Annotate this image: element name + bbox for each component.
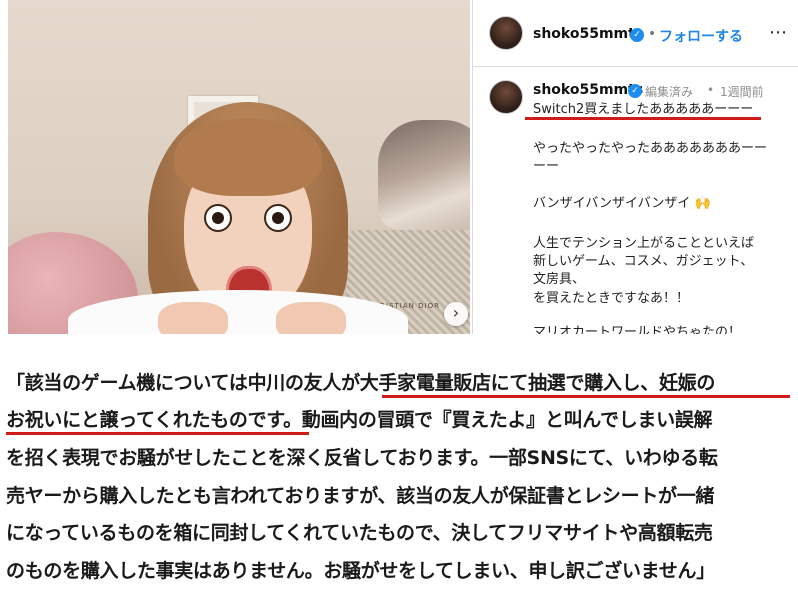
caption-line: 新しいゲーム、コスメ、ガジェット、	[533, 254, 754, 269]
left-eye	[204, 204, 232, 232]
statement-line: 売ヤーから購入したとも言われておりますが、該当の友人が保証書とレシートが一緒	[6, 485, 715, 507]
highlight-underline	[6, 432, 309, 435]
statement-line: のものを購入した事実はありません。お騒がせをしてしまい、申し訳ございません」	[6, 560, 715, 582]
caption-avatar[interactable]	[489, 80, 523, 114]
caption-line: やったやったやったあああああああーー	[533, 141, 768, 156]
statement-line: を招く表現でお騒がせしたことを深く反省しております。一部SNSにて、いわゆる転	[6, 447, 718, 469]
statement-line: 「該当のゲーム機については中川の友人が大手家電量販店にて抽選で購入し、妊娠の	[6, 372, 716, 394]
caption-line: ーー	[533, 159, 560, 174]
caption-line: 人生でテンション上がることといえば	[533, 236, 755, 251]
caption-line: 文房具、	[533, 272, 586, 287]
highlight-underline	[525, 117, 761, 120]
meta-separator: •	[707, 83, 715, 97]
caption-line: マリオカートワールドやちゃたの！	[533, 325, 742, 334]
follow-button[interactable]: フォローする	[659, 26, 743, 46]
statement-line: お祝いにと譲ってくれたものです。動画内の冒頭で『買えたよ』と叫んでしまい誤解	[6, 409, 713, 431]
header-separator: •	[648, 26, 657, 42]
verified-badge-icon: ✓	[630, 28, 644, 42]
right-eye	[264, 204, 292, 232]
post-sidebar: shoko55mmts ✓ • フォローする ⋯ shoko55mmts ✓ 編…	[472, 0, 798, 334]
verified-badge-icon: ✓	[628, 84, 642, 98]
post-header: shoko55mmts ✓ • フォローする ⋯	[473, 0, 798, 67]
clothes-pile	[378, 120, 470, 230]
header-username[interactable]: shoko55mmts	[533, 26, 643, 42]
more-options-icon[interactable]: ⋯	[769, 22, 788, 43]
highlight-underline	[382, 395, 790, 398]
instagram-post: CHRISTIAN DIOR › shoko55mmts ✓ • フォローする …	[0, 0, 798, 338]
avatar[interactable]	[489, 16, 523, 50]
statement-text: 「該当のゲーム機については中川の友人が大手家電量販店にて抽選で購入し、妊娠の お…	[0, 338, 798, 595]
caption-line: バンザイバンザイバンザイ 🙌	[533, 196, 711, 211]
post-photo[interactable]: CHRISTIAN DIOR ›	[8, 0, 470, 334]
caption-username[interactable]: shoko55mmts	[533, 82, 643, 98]
caption-line: Switch2買えましたあああああーーー	[533, 102, 754, 117]
bangs	[174, 118, 322, 196]
right-hand	[276, 302, 346, 334]
caption-line: を買えたときですなあ！！	[533, 291, 690, 306]
statement-line: になっているものを箱に同封してくれていたもので、決してフリマサイトや高額転売	[6, 522, 713, 544]
left-hand	[158, 302, 228, 334]
chevron-right-icon[interactable]: ›	[444, 302, 468, 326]
